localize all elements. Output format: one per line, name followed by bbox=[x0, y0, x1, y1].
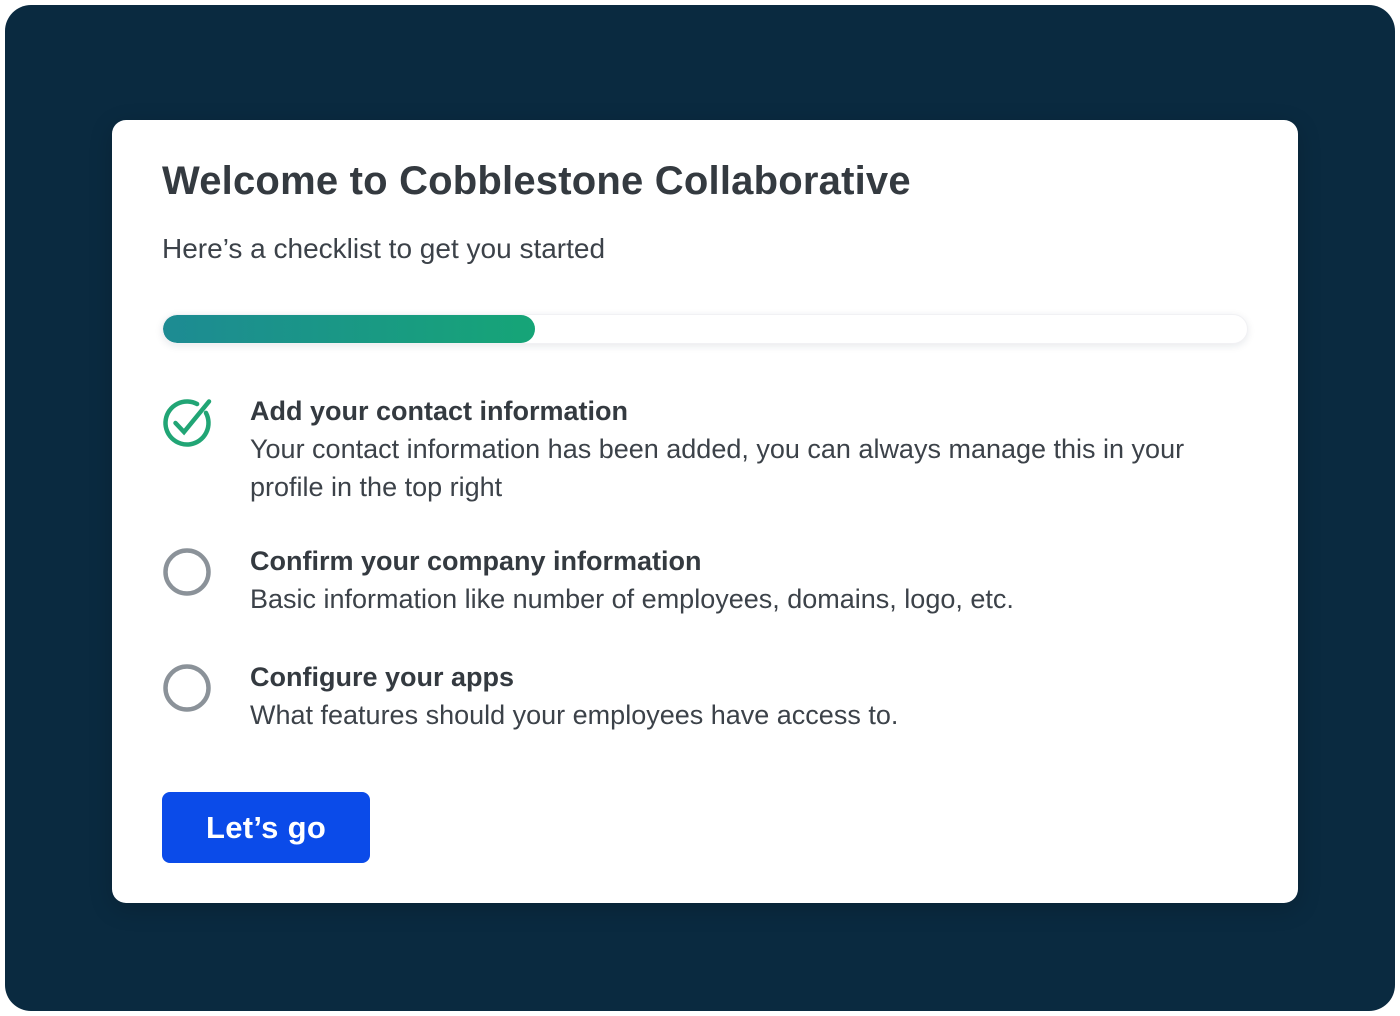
welcome-title: Welcome to Cobblestone Collaborative bbox=[162, 157, 1248, 205]
checklist-item-title: Add your contact information bbox=[250, 392, 1190, 430]
empty-circle-icon bbox=[162, 660, 216, 714]
progress-bar bbox=[162, 314, 1248, 344]
checklist-item-contact[interactable]: Add your contact information Your contac… bbox=[162, 392, 1248, 506]
empty-circle-icon bbox=[162, 544, 216, 598]
checklist-item-text: Configure your apps What features should… bbox=[250, 658, 898, 734]
check-circle-icon bbox=[162, 394, 216, 448]
checklist-item-description: Your contact information has been added,… bbox=[250, 430, 1190, 506]
checklist-subtitle: Here’s a checklist to get you started bbox=[162, 230, 1248, 268]
checklist-item-title: Confirm your company information bbox=[250, 542, 1014, 580]
app-background: Welcome to Cobblestone Collaborative Her… bbox=[5, 5, 1395, 1011]
onboarding-checklist-card: Welcome to Cobblestone Collaborative Her… bbox=[112, 120, 1298, 903]
checklist-item-text: Confirm your company information Basic i… bbox=[250, 542, 1014, 618]
progress-fill bbox=[163, 315, 535, 343]
checklist-item-title: Configure your apps bbox=[250, 658, 898, 696]
checklist-item-company[interactable]: Confirm your company information Basic i… bbox=[162, 542, 1248, 618]
checklist-item-text: Add your contact information Your contac… bbox=[250, 392, 1190, 506]
checklist-item-description: What features should your employees have… bbox=[250, 696, 898, 734]
checklist-item-description: Basic information like number of employe… bbox=[250, 580, 1014, 618]
lets-go-button[interactable]: Let’s go bbox=[162, 792, 370, 863]
checklist: Add your contact information Your contac… bbox=[162, 392, 1248, 734]
checklist-item-apps[interactable]: Configure your apps What features should… bbox=[162, 658, 1248, 734]
